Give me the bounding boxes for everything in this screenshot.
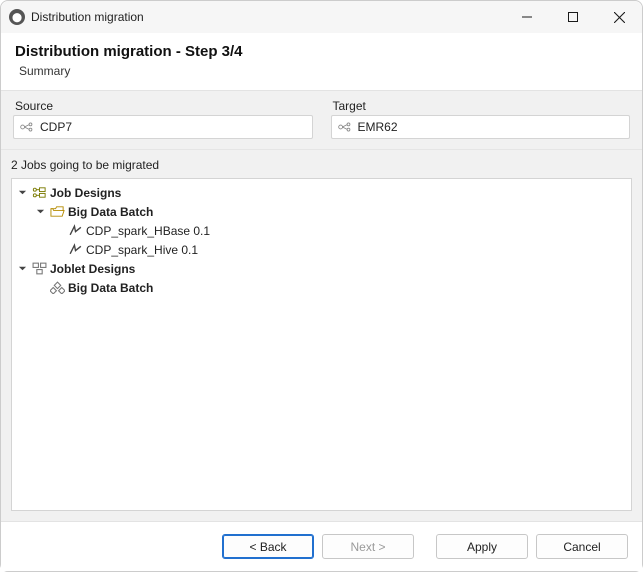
- chevron-down-icon[interactable]: [34, 206, 46, 218]
- app-icon: ⬤: [9, 9, 25, 25]
- migration-count-label: 2 Jobs going to be migrated: [1, 150, 642, 178]
- tree-label: CDP_spark_HBase 0.1: [86, 224, 210, 238]
- minimize-button[interactable]: [504, 1, 550, 33]
- tree-node-joblet-designs[interactable]: Joblet Designs: [14, 259, 629, 278]
- chevron-down-icon[interactable]: [16, 263, 28, 275]
- close-button[interactable]: [596, 1, 642, 33]
- source-target-row: Source CDP7 Target EMR62: [1, 91, 642, 150]
- page-title: Distribution migration - Step 3/4: [15, 43, 628, 60]
- back-button[interactable]: < Back: [222, 534, 314, 559]
- distribution-icon: [338, 121, 352, 133]
- dialog-body: 2 Jobs going to be migrated Job Designs: [1, 150, 642, 521]
- source-field: CDP7: [13, 115, 313, 139]
- distribution-icon: [20, 121, 34, 133]
- source-label: Source: [15, 99, 313, 113]
- components-icon: [49, 281, 65, 295]
- maximize-icon: [568, 12, 578, 22]
- folder-open-icon: [49, 205, 65, 219]
- source-column: Source CDP7: [13, 99, 313, 139]
- tree-label: Joblet Designs: [50, 262, 135, 276]
- close-icon: [614, 12, 625, 23]
- tree-label: Big Data Batch: [68, 281, 153, 295]
- tree-label: CDP_spark_Hive 0.1: [86, 243, 198, 257]
- migration-tree: Job Designs Big Data Batch: [11, 178, 632, 511]
- source-value: CDP7: [40, 120, 72, 134]
- apply-button[interactable]: Apply: [436, 534, 528, 559]
- target-field: EMR62: [331, 115, 631, 139]
- dialog-footer: < Back Next > Apply Cancel: [1, 521, 642, 571]
- target-value: EMR62: [358, 120, 398, 134]
- target-column: Target EMR62: [331, 99, 631, 139]
- chevron-down-icon[interactable]: [16, 187, 28, 199]
- page-subtitle: Summary: [15, 64, 628, 78]
- tree-label: Job Designs: [50, 186, 121, 200]
- target-label: Target: [333, 99, 631, 113]
- window-title: Distribution migration: [31, 10, 144, 24]
- joblet-designs-icon: [31, 262, 47, 276]
- spark-job-icon: [67, 224, 83, 238]
- tree-node-big-data-batch[interactable]: Big Data Batch: [32, 278, 629, 297]
- tree-item[interactable]: CDP_spark_Hive 0.1: [50, 240, 629, 259]
- title-bar: ⬤ Distribution migration: [1, 1, 642, 33]
- cancel-button[interactable]: Cancel: [536, 534, 628, 559]
- minimize-icon: [522, 12, 532, 22]
- spark-job-icon: [67, 243, 83, 257]
- tree-item[interactable]: CDP_spark_HBase 0.1: [50, 221, 629, 240]
- tree-node-big-data-batch[interactable]: Big Data Batch: [32, 202, 629, 221]
- dialog-header: Distribution migration - Step 3/4 Summar…: [1, 33, 642, 91]
- maximize-button[interactable]: [550, 1, 596, 33]
- tree-node-job-designs[interactable]: Job Designs: [14, 183, 629, 202]
- job-designs-icon: [31, 186, 47, 200]
- tree-label: Big Data Batch: [68, 205, 153, 219]
- next-button: Next >: [322, 534, 414, 559]
